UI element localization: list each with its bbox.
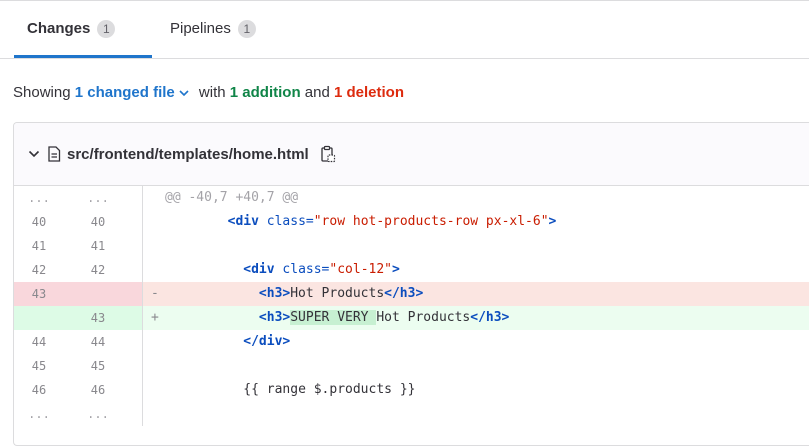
tab-pipelines[interactable]: Pipelines 1: [170, 0, 256, 57]
line-code: <div class="row hot-products-row px-xl-6…: [227, 214, 557, 229]
hunk-header-row: ... ... @@ -40,7 +40,7 @@: [14, 186, 809, 210]
diff-line: 41 41: [14, 234, 809, 258]
summary-with: with: [198, 84, 226, 101]
collapse-file-chevron-icon[interactable]: [27, 147, 41, 161]
chevron-down-icon: [179, 88, 189, 100]
line-code: </div>: [243, 334, 291, 349]
expand-up-ellipsis-new[interactable]: ...: [78, 186, 118, 210]
old-line-number[interactable]: 43: [14, 282, 64, 306]
diff-line: 40 40 <div class="row hot-products-row p…: [14, 210, 809, 234]
new-line-number[interactable]: 44: [78, 330, 118, 354]
expand-down-ellipsis[interactable]: ...: [14, 402, 64, 426]
deletions-count: 1 deletion: [334, 84, 405, 101]
line-code: <div class="col-12">: [243, 262, 400, 277]
addition-marker: +: [151, 310, 159, 325]
inline-highlight: SUPER VERY: [290, 310, 377, 325]
active-tab-indicator: [14, 55, 152, 58]
tab-changes[interactable]: Changes 1: [27, 0, 116, 57]
tab-changes-count-badge: 1: [97, 19, 116, 38]
summary-prefix: Showing: [13, 84, 71, 101]
line-code: {{ range $.products }}: [243, 382, 416, 397]
old-line-number[interactable]: 46: [14, 378, 64, 402]
diff-summary: Showing 1 changed file with 1 addition a…: [13, 84, 404, 101]
expand-down-row: ... ...: [14, 402, 809, 426]
new-line-number[interactable]: 45: [78, 354, 118, 378]
tab-pipelines-count-badge: 1: [237, 19, 256, 38]
additions-count: 1 addition: [229, 84, 301, 101]
new-line-number[interactable]: 41: [78, 234, 118, 258]
old-line-number[interactable]: 42: [14, 258, 64, 282]
diff-line-removed: 43 - <h3>Hot Products</h3>: [14, 282, 809, 306]
diff-line: 46 46 {{ range $.products }}: [14, 378, 809, 402]
file-path[interactable]: src/frontend/templates/home.html: [67, 146, 309, 163]
old-line-number[interactable]: 45: [14, 354, 64, 378]
new-line-number[interactable]: 42: [78, 258, 118, 282]
diff-lines: ... ... @@ -40,7 +40,7 @@ 40 40 <div cla…: [14, 186, 809, 426]
removal-marker: -: [151, 286, 159, 301]
file-icon: [47, 146, 61, 162]
new-line-number[interactable]: 43: [78, 306, 118, 330]
line-code: <h3>Hot Products</h3>: [258, 286, 424, 301]
tab-pipelines-label: Pipelines: [170, 20, 231, 37]
diff-line: 42 42 <div class="col-12">: [14, 258, 809, 282]
old-line-number[interactable]: [14, 306, 64, 330]
diff-file: src/frontend/templates/home.html ... ...…: [13, 122, 809, 446]
old-line-number[interactable]: 40: [14, 210, 64, 234]
diff-line-added: 43 + <h3>SUPER VERY Hot Products</h3>: [14, 306, 809, 330]
new-line-number[interactable]: [78, 282, 118, 306]
hunk-header: @@ -40,7 +40,7 @@: [165, 190, 299, 205]
changed-files-dropdown[interactable]: 1 changed file: [75, 84, 195, 101]
tab-changes-label: Changes: [27, 20, 91, 37]
expand-up-ellipsis[interactable]: ...: [14, 186, 64, 210]
expand-down-ellipsis-new[interactable]: ...: [78, 402, 118, 426]
diff-file-header: src/frontend/templates/home.html: [14, 123, 809, 186]
line-code: <h3>SUPER VERY Hot Products</h3>: [258, 310, 510, 325]
copy-file-path-icon[interactable]: [320, 145, 336, 163]
diff-line: 44 44 </div>: [14, 330, 809, 354]
old-line-number[interactable]: 41: [14, 234, 64, 258]
diff-line: 45 45: [14, 354, 809, 378]
summary-and: and: [304, 84, 330, 101]
old-line-number[interactable]: 44: [14, 330, 64, 354]
new-line-number[interactable]: 40: [78, 210, 118, 234]
new-line-number[interactable]: 46: [78, 378, 118, 402]
changed-files-label: 1 changed file: [74, 84, 175, 101]
merge-request-tabs: Changes 1 Pipelines 1: [0, 0, 809, 59]
